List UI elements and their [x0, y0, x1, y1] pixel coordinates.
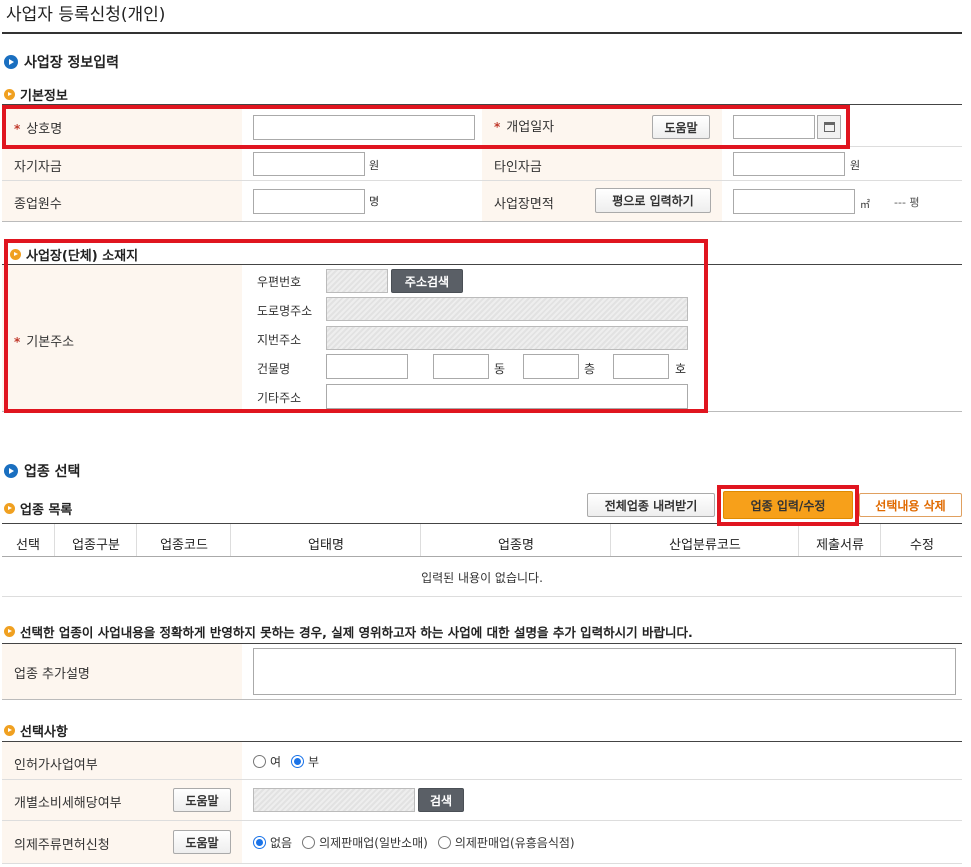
pyeong-value: --- 평	[894, 196, 920, 209]
notice: 선택한 업종이 사업내용을 정확하게 반영하지 못하는 경우, 실제 영위하고자…	[4, 622, 693, 641]
arrow-circle-icon	[4, 725, 15, 736]
title-divider	[2, 32, 962, 34]
arrow-circle-icon	[4, 89, 15, 100]
liquor-help-button[interactable]: 도움말	[173, 830, 231, 854]
excise-help-button[interactable]: 도움말	[173, 788, 231, 812]
empty-message: 입력된 내용이 없습니다.	[421, 571, 543, 585]
extra-desc-textarea[interactable]	[253, 648, 956, 695]
highlight-box	[2, 105, 850, 149]
row-divider	[2, 699, 962, 700]
col-divider	[136, 524, 137, 556]
highlight-box	[4, 239, 708, 413]
radio-label: 여	[270, 755, 282, 769]
arrow-circle-icon	[4, 464, 18, 478]
radio-button[interactable]	[302, 836, 316, 849]
business-header: 업종 선택	[4, 461, 80, 481]
col-documents: 제출서류	[816, 538, 864, 553]
license-yes-option[interactable]: 여	[253, 753, 281, 770]
other-capital-label: 타인자금	[494, 160, 542, 175]
row-divider	[2, 863, 962, 864]
liquor-radio-group: 없음 의제판매업(일반소매) 의제판매업(유흥음식점)	[253, 834, 585, 853]
col-industry-code: 산업분류코드	[669, 538, 741, 553]
row-divider	[2, 556, 962, 557]
radio-label: 의제판매업(일반소매)	[319, 836, 428, 850]
liquor-none-option[interactable]: 없음	[253, 834, 292, 851]
row-divider	[2, 221, 962, 222]
employees-label: 종업원수	[14, 197, 62, 212]
row-divider	[2, 596, 962, 597]
col-select: 선택	[16, 538, 40, 553]
highlight-box	[717, 485, 859, 526]
employees-input[interactable]	[253, 189, 365, 214]
col-divider	[54, 524, 55, 556]
area-label: 사업장면적	[494, 197, 554, 212]
col-divider	[880, 524, 881, 556]
subsection-title: 기본정보	[20, 89, 68, 104]
pyeong-input-button[interactable]: 평으로 입력하기	[595, 188, 711, 213]
col-business-type: 업종구분	[72, 538, 120, 553]
won-unit: 원	[850, 159, 861, 172]
col-item-name: 업종명	[498, 538, 534, 553]
col-divider	[230, 524, 231, 556]
arrow-circle-icon	[4, 55, 18, 69]
won-unit: 원	[369, 159, 380, 172]
section-title: 사업장 정보입력	[24, 55, 120, 71]
radio-button[interactable]	[253, 836, 266, 849]
own-capital-label: 자기자금	[14, 160, 62, 175]
liquor-label: 의제주류면허신청	[14, 838, 110, 853]
page-title: 사업자 등록신청(개인)	[6, 5, 166, 25]
business-title: 업종 선택	[24, 464, 81, 480]
options-title: 선택사항	[20, 725, 68, 740]
license-radio-group: 여부	[253, 753, 329, 772]
sqm-unit: ㎡	[860, 200, 870, 211]
col-divider	[798, 524, 799, 556]
col-divider	[610, 524, 611, 556]
area-input[interactable]	[733, 189, 855, 214]
business-list-title: 업종 목록	[20, 503, 73, 518]
radio-label: 없음	[270, 836, 293, 850]
download-all-button[interactable]: 전체업종 내려받기	[587, 493, 715, 517]
col-category-name: 업태명	[308, 538, 344, 553]
other-capital-input[interactable]	[733, 152, 845, 176]
radio-button[interactable]	[291, 755, 305, 768]
license-no-option[interactable]: 부	[291, 753, 319, 770]
extra-desc-label: 업종 추가설명	[14, 667, 90, 682]
own-capital-input[interactable]	[253, 152, 365, 176]
excise-search-button[interactable]: 검색	[418, 788, 464, 812]
radio-button[interactable]	[437, 836, 451, 849]
section-business-info-header: 사업장 정보입력	[4, 52, 119, 72]
col-business-code: 업종코드	[160, 538, 208, 553]
liquor-retail-option[interactable]: 의제판매업(일반소매)	[302, 834, 428, 851]
radio-label: 부	[308, 755, 320, 769]
excise-input	[253, 788, 415, 812]
arrow-circle-icon	[4, 626, 15, 637]
business-list-header: 업종 목록	[4, 499, 72, 518]
person-unit: 명	[369, 195, 380, 208]
radio-label: 의제판매업(유흥음식점)	[454, 836, 575, 850]
excise-label: 개별소비세해당여부	[14, 796, 122, 811]
arrow-circle-icon	[4, 503, 15, 514]
delete-selected-button[interactable]: 선택내용 삭제	[859, 493, 962, 517]
license-label: 인허가사업여부	[14, 758, 98, 773]
radio-button[interactable]	[253, 755, 266, 768]
col-edit: 수정	[910, 538, 934, 553]
subsection-basic-info: 기본정보	[4, 85, 68, 104]
notice-text: 선택한 업종이 사업내용을 정확하게 반영하지 못하는 경우, 실제 영위하고자…	[20, 625, 693, 640]
col-divider	[420, 524, 421, 556]
liquor-entertainment-option[interactable]: 의제판매업(유흥음식점)	[437, 834, 575, 851]
options-header: 선택사항	[4, 721, 68, 740]
